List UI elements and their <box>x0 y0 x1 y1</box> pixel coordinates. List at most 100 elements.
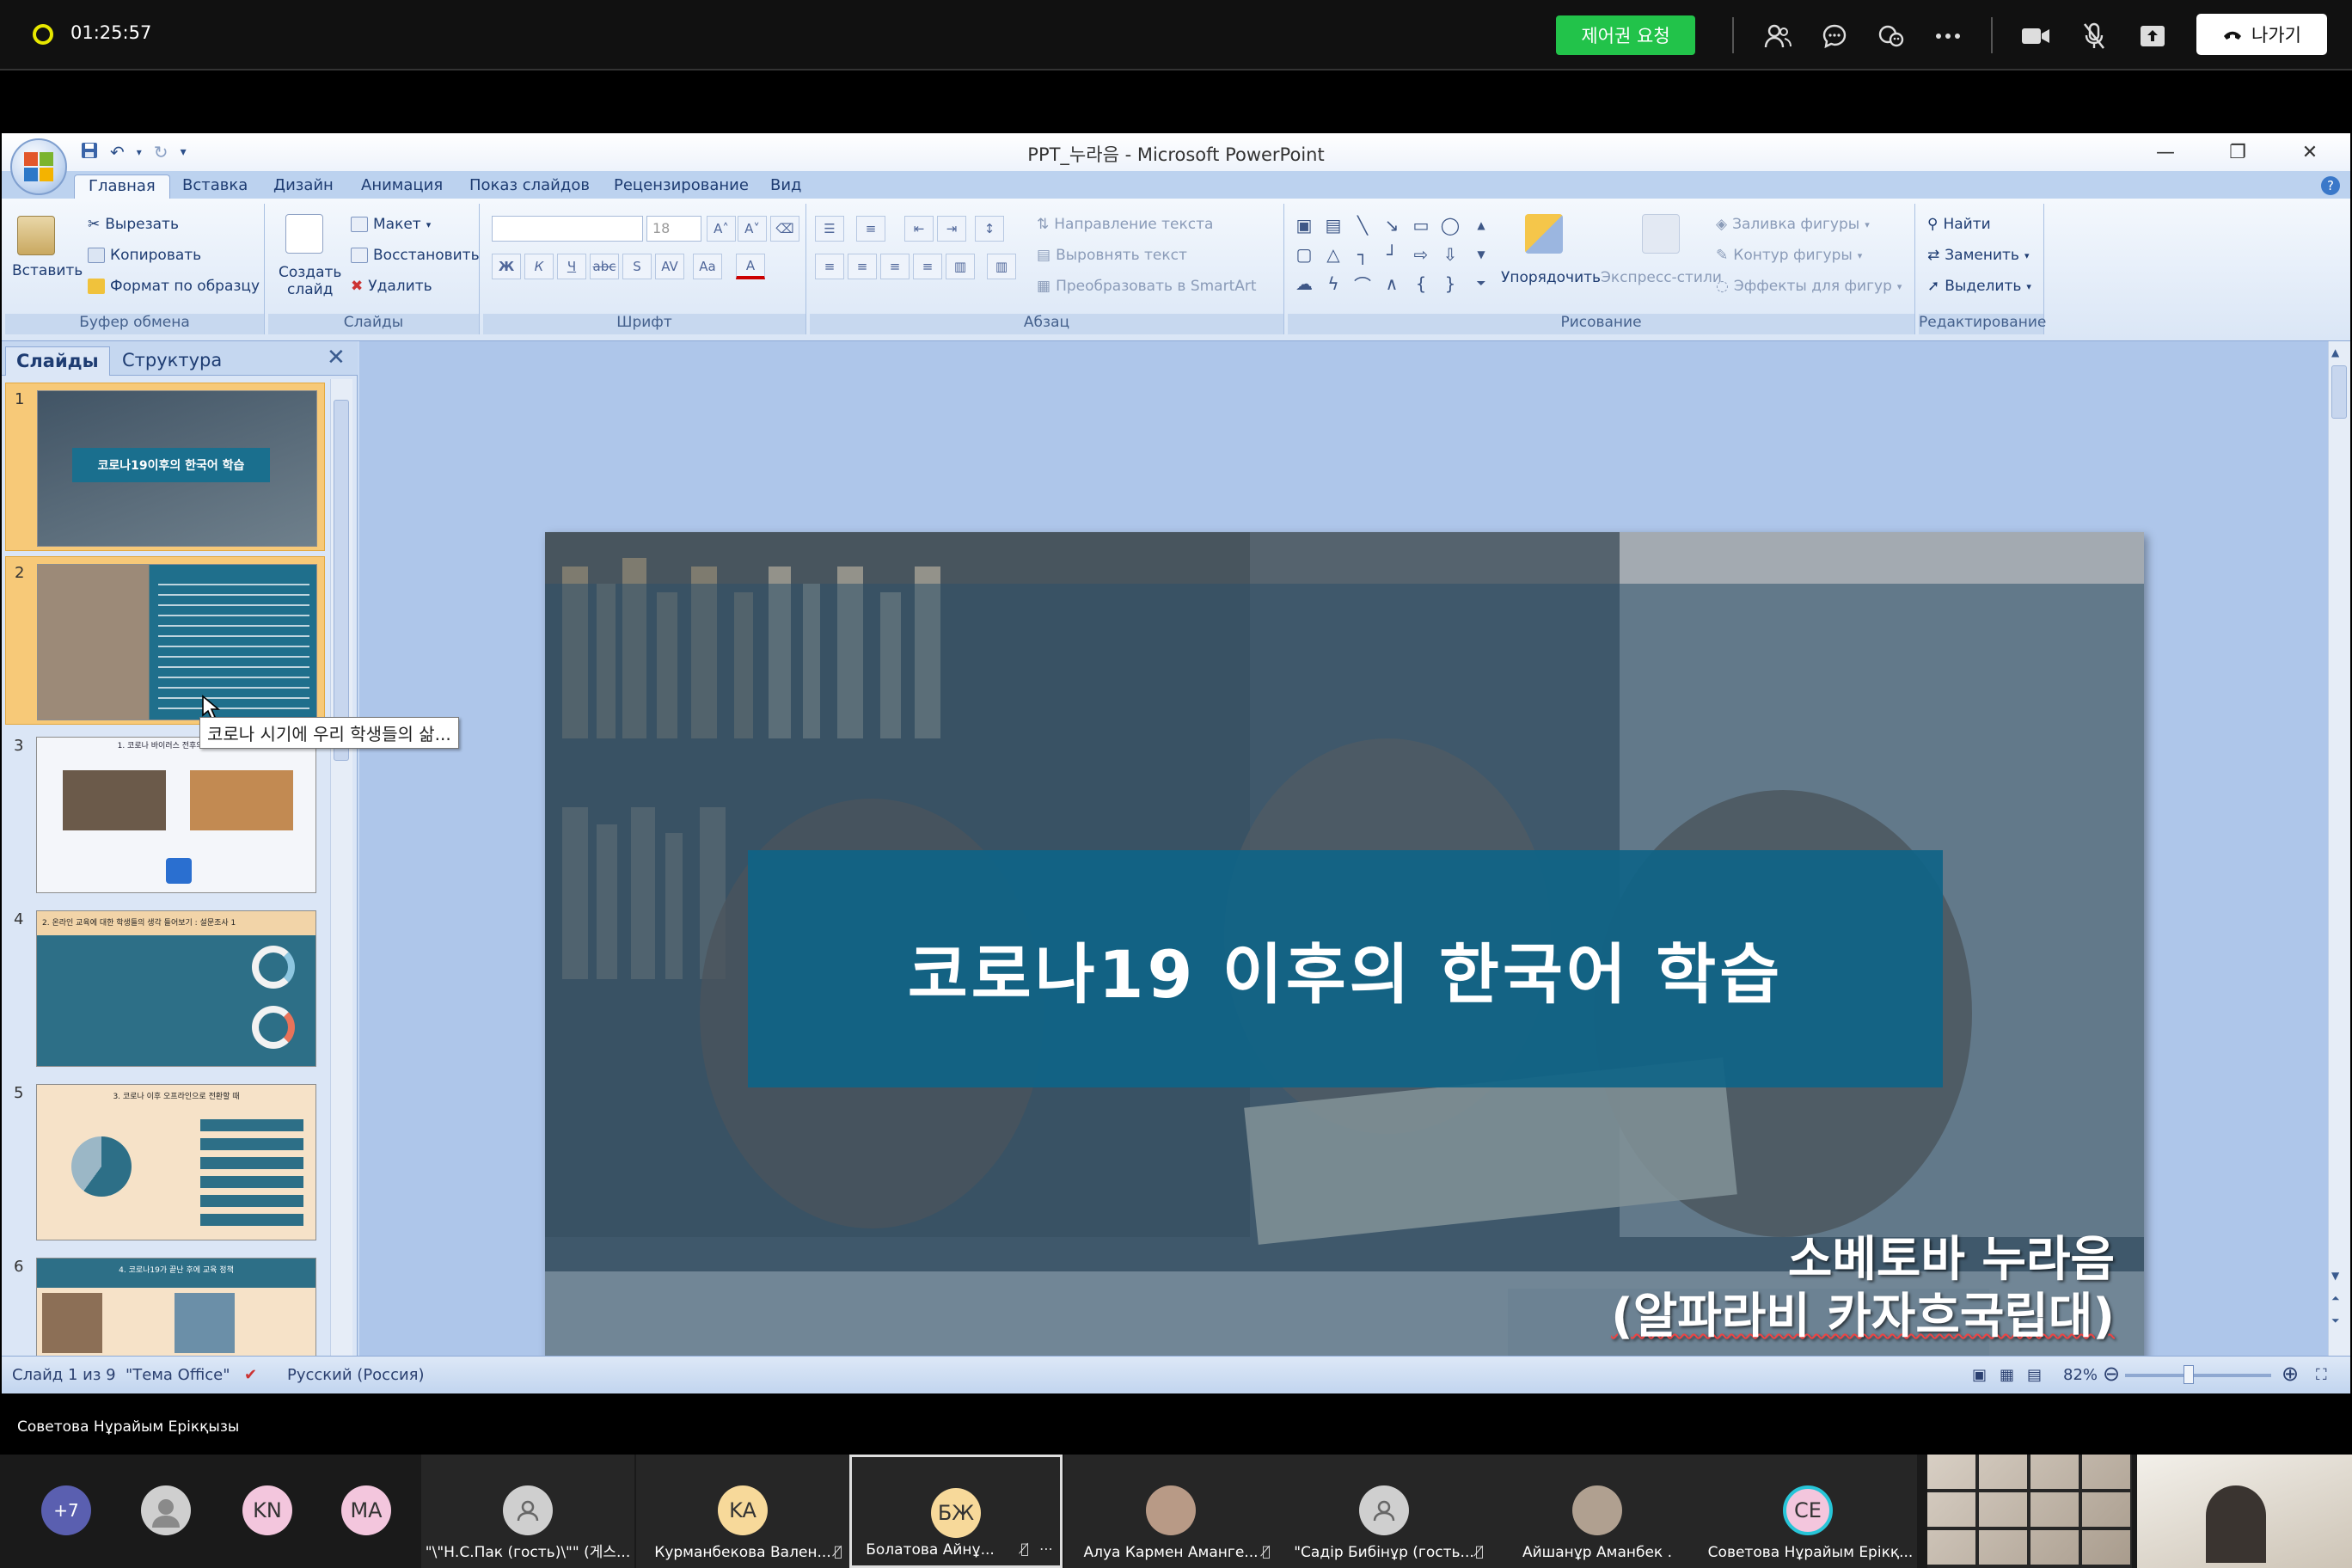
align-text-button[interactable]: ▤ Выровнять текст <box>1037 247 1187 264</box>
save-icon[interactable] <box>81 142 98 163</box>
font-color-icon[interactable]: A <box>736 254 765 279</box>
participant-tile[interactable]: KA Курманбекова Вален... 🎙̸ <box>636 1455 849 1568</box>
next-slide-icon[interactable]: ⏷ <box>2331 1314 2340 1327</box>
reset-button[interactable]: Восстановить <box>351 247 480 264</box>
arrange-button[interactable]: Упорядочить <box>1501 269 1601 286</box>
current-slide[interactable]: 코로나19 이후의 한국어 학습 소베토바 누라음 (알파라비 카자흐국립대) <box>545 532 2144 1393</box>
curve-icon[interactable]: ⌒ <box>1350 271 1375 297</box>
down-arrow-shape-icon[interactable]: ⇩ <box>1437 242 1463 267</box>
redo-icon[interactable]: ↻ <box>154 142 168 162</box>
vertical-textbox-icon[interactable]: ▤ <box>1320 212 1346 238</box>
shape-outline-button[interactable]: ✎ Контур фигуры ▾ <box>1716 247 1862 264</box>
undo-icon[interactable]: ↶ <box>110 142 125 162</box>
right-brace-icon[interactable]: } <box>1437 271 1463 297</box>
shape-fill-button[interactable]: ◈ Заливка фигуры ▾ <box>1716 216 1870 233</box>
copy-button[interactable]: Копировать <box>88 247 201 264</box>
new-slide-button[interactable]: Создать слайд <box>279 264 341 298</box>
leave-button[interactable]: 나가기 <box>2196 14 2327 55</box>
tab-design[interactable]: Дизайн <box>260 175 347 199</box>
participant-tile[interactable]: "Садір Бибінұр (гость... 🎙̸ <box>1277 1455 1491 1568</box>
normal-view-icon[interactable]: ▣ <box>1972 1366 1987 1384</box>
select-button[interactable]: ➚ Выделить ▾ <box>1927 278 2031 295</box>
thumbnail-scrollbar[interactable] <box>330 379 352 1356</box>
bold-icon[interactable]: Ж <box>492 254 521 279</box>
layout-button[interactable]: Макет ▾ <box>351 216 431 233</box>
textbox-shape-icon[interactable]: ▣ <box>1291 212 1317 238</box>
zoom-slider[interactable] <box>2125 1374 2271 1377</box>
slide-sorter-icon[interactable]: ▦ <box>2000 1366 2014 1384</box>
line-spacing-icon[interactable]: ↕ <box>975 216 1004 242</box>
reactions-icon[interactable] <box>1874 19 1908 53</box>
arc-icon[interactable]: ∧ <box>1379 271 1405 297</box>
tab-home[interactable]: Главная <box>74 175 170 199</box>
tab-slideshow[interactable]: Показ слайдов <box>456 175 603 199</box>
slide-thumbnail-1[interactable]: 1 코로나19이후의 한국어 학습 <box>5 383 325 551</box>
tab-review[interactable]: Рецензирование <box>600 175 763 199</box>
slide-thumbnail-3[interactable]: 3 1. 코로나 바이러스 전후의 학교 생활 <box>5 730 325 898</box>
rounded-rect-icon[interactable]: ▢ <box>1291 242 1317 267</box>
tab-slides[interactable]: Слайды <box>5 346 110 376</box>
decrease-indent-icon[interactable]: ⇤ <box>904 216 934 242</box>
customize-toolbar-icon[interactable]: ▾ <box>181 145 187 159</box>
smartart-button[interactable]: ▦ Преобразовать в SmartArt <box>1037 278 1257 295</box>
shapes-more-icon[interactable]: ⏷ <box>1468 271 1494 297</box>
scrollbar-thumb[interactable] <box>334 400 349 761</box>
participant-tile[interactable]: Алуа Кармен Аманге... 🎙̸ <box>1064 1455 1277 1568</box>
scroll-up-icon[interactable]: ▲ <box>2331 346 2339 358</box>
arrow-line-icon[interactable]: ↘ <box>1379 212 1405 238</box>
previous-slide-icon[interactable]: ⏶ <box>2331 1292 2340 1305</box>
slide-author[interactable]: 소베토바 누라음 (알파라비 카자흐국립대) <box>1611 1232 2115 1345</box>
bullets-icon[interactable]: ☰ <box>815 216 844 242</box>
participant-tile[interactable] <box>129 1455 206 1568</box>
lightning-icon[interactable]: ϟ <box>1320 271 1346 297</box>
spacing-icon[interactable]: AV <box>655 254 684 279</box>
slide-thumbnail-4[interactable]: 4 2. 온라인 교육에 대한 학생들의 생각 들어보기 : 설문조사 1 <box>5 903 325 1072</box>
slide-thumbnail-2[interactable]: 2 <box>5 556 325 725</box>
elbow-connector-icon[interactable]: ┐ <box>1350 242 1375 267</box>
zoom-slider-handle[interactable] <box>2184 1365 2194 1384</box>
slide-thumbnail-5[interactable]: 5 3. 코로나 이후 오프라인으로 전환할 때 <box>5 1077 325 1246</box>
shrink-font-icon[interactable]: A˅ <box>738 216 767 242</box>
increase-indent-icon[interactable]: ⇥ <box>937 216 966 242</box>
triangle-shape-icon[interactable]: △ <box>1320 242 1346 267</box>
slide-title-box[interactable]: 코로나19 이후의 한국어 학습 <box>748 850 1943 1087</box>
participant-tile[interactable]: KN <box>241 1455 327 1568</box>
video-thumbnail-gallery[interactable] <box>1927 1455 2132 1568</box>
clear-format-icon[interactable]: ⌫ <box>770 216 799 242</box>
close-window-button[interactable]: ✕ <box>2280 137 2340 168</box>
grow-font-icon[interactable]: A˄ <box>707 216 736 242</box>
slide-vertical-scrollbar[interactable]: ▲ ▼ ⏶ ⏷ <box>2328 341 2350 1356</box>
video-thumbnail-speaker[interactable] <box>2137 1455 2352 1568</box>
zoom-level[interactable]: 82% <box>2063 1366 2098 1384</box>
more-options-icon[interactable]: ⋯ <box>1039 1540 1053 1557</box>
find-button[interactable]: ⚲ Найти <box>1927 216 1991 233</box>
shape-effects-button[interactable]: ◌ Эффекты для фигур ▾ <box>1716 278 1902 295</box>
replace-button[interactable]: ⇄ Заменить ▾ <box>1927 247 2029 264</box>
tab-outline[interactable]: Структура <box>112 346 232 376</box>
minimize-button[interactable]: — <box>2135 137 2196 168</box>
change-case-icon[interactable]: Aa <box>693 254 722 279</box>
quick-styles-button[interactable]: Экспресс-стили <box>1601 269 1722 286</box>
italic-icon[interactable]: К <box>524 254 554 279</box>
zoom-in-icon[interactable]: ⊕ <box>2282 1362 2299 1386</box>
tab-view[interactable]: Вид <box>756 175 816 199</box>
rectangle-shape-icon[interactable]: ▭ <box>1408 212 1434 238</box>
chat-icon[interactable] <box>1817 19 1852 53</box>
cut-button[interactable]: ✂ Вырезать <box>88 216 179 233</box>
oval-shape-icon[interactable]: ◯ <box>1437 212 1463 238</box>
participants-icon[interactable] <box>1761 19 1795 53</box>
left-brace-icon[interactable]: { <box>1408 271 1434 297</box>
underline-icon[interactable]: Ч <box>557 254 586 279</box>
paste-button[interactable]: Вставить <box>12 262 83 279</box>
tab-animation[interactable]: Анимация <box>347 175 456 199</box>
participant-tile[interactable]: CE Советова Нұрайым Ерікқ... <box>1704 1455 1917 1568</box>
participant-tile[interactable]: Айшанұр Аманбек . <box>1491 1455 1704 1568</box>
fit-to-window-icon[interactable]: ⛶ <box>2316 1366 2327 1384</box>
tab-insert[interactable]: Вставка <box>168 175 261 199</box>
format-painter-button[interactable]: Формат по образцу <box>88 278 260 295</box>
help-icon[interactable]: ? <box>2321 176 2340 195</box>
more-options-icon[interactable] <box>1931 19 1965 53</box>
delete-slide-button[interactable]: ✖ Удалить <box>351 278 432 295</box>
shapes-scroll-down-icon[interactable]: ▼ <box>1468 242 1494 267</box>
scroll-down-icon[interactable]: ▼ <box>2331 1270 2339 1282</box>
